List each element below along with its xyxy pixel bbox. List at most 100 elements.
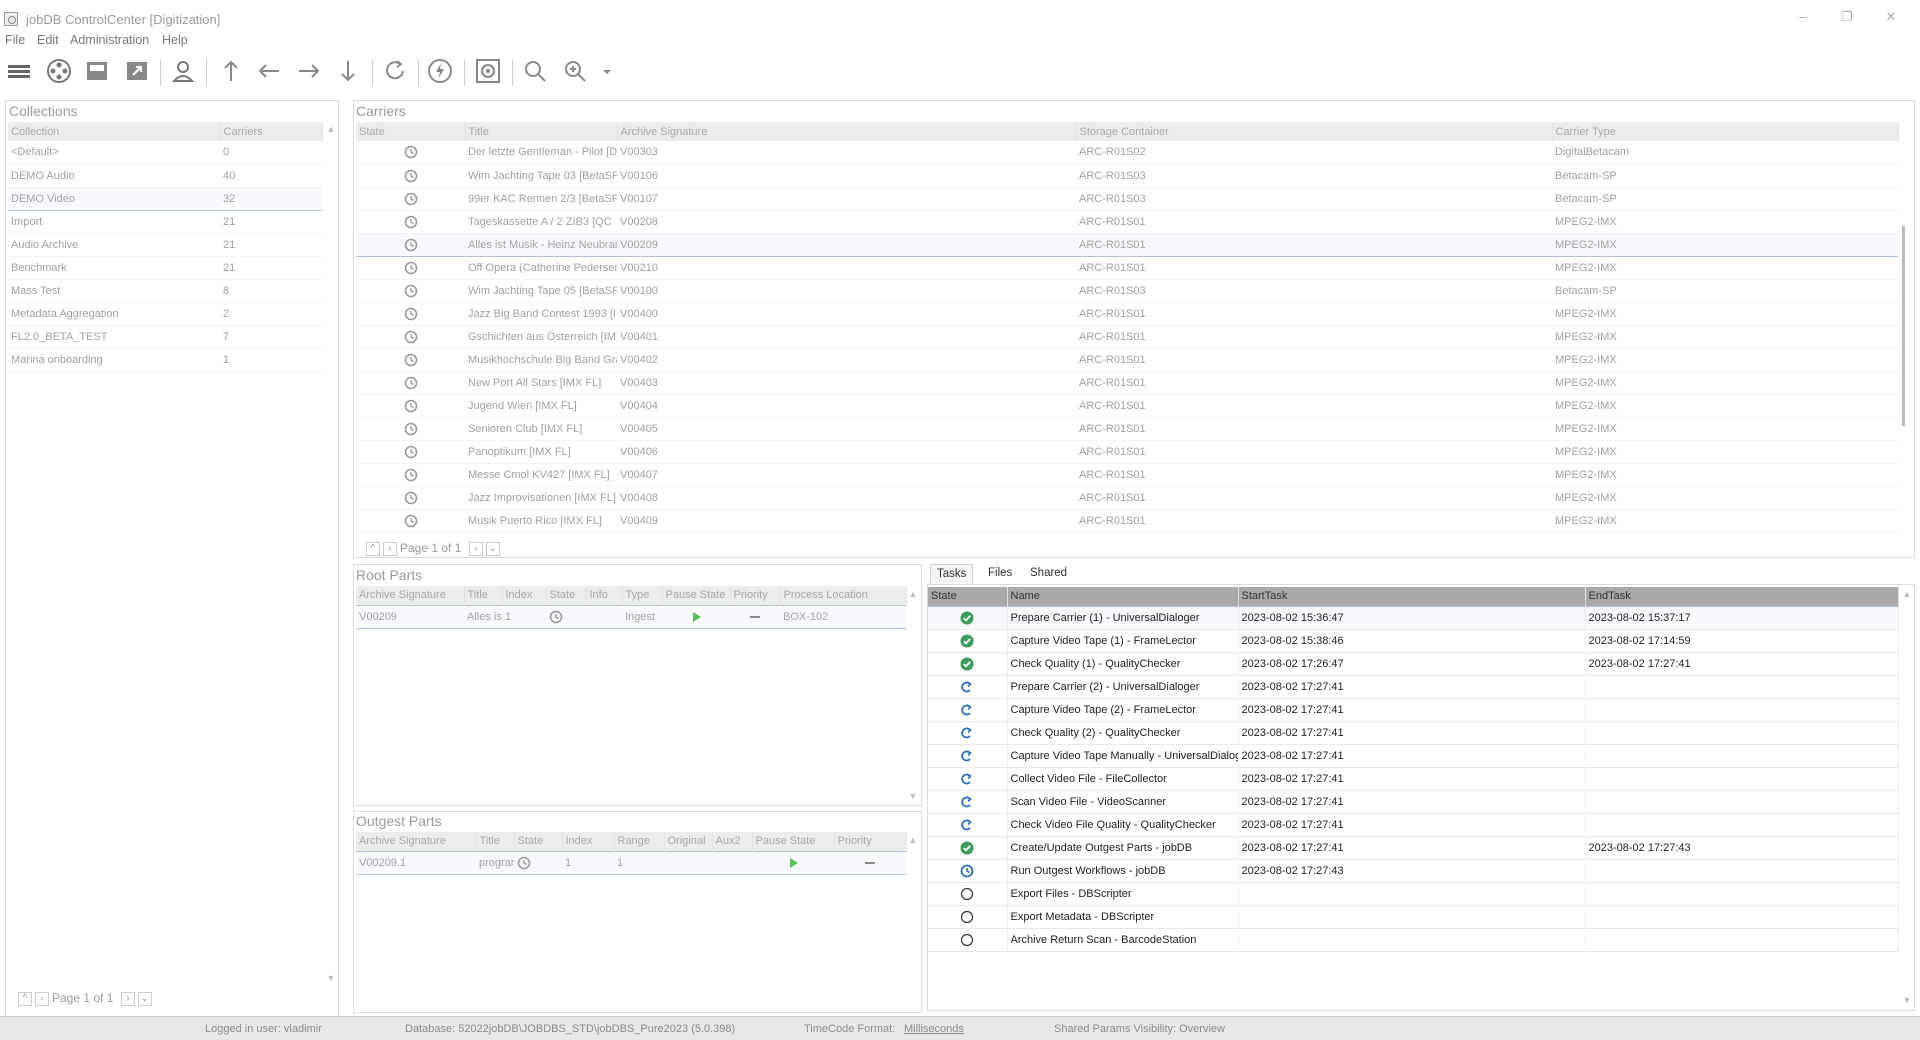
refresh-icon[interactable] [380, 56, 410, 86]
table-row[interactable]: Wim Jachting Tape 05 [BetaSP V00100 ARC-R0… [356, 279, 1898, 303]
task-row[interactable]: Check Quality (1) - QualityChecker 2023-0… [928, 652, 1899, 676]
arrow-right-icon[interactable] [294, 56, 324, 86]
column-header[interactable]: Type [622, 586, 663, 605]
reel-icon[interactable] [44, 56, 74, 86]
column-header[interactable]: Original [664, 832, 713, 851]
menu-file[interactable]: File [5, 33, 25, 47]
settings-box-icon[interactable] [473, 56, 503, 86]
arrow-left-icon[interactable] [254, 56, 284, 86]
table-row[interactable]: Metadata Aggregation 2 [8, 302, 322, 326]
column-header[interactable]: Range [614, 832, 665, 851]
scroll-up-icon[interactable]: ▲ [324, 124, 338, 134]
table-row[interactable]: Tageskassette A / 2 ZIB3 [QC V00208 ARC-R0… [356, 210, 1898, 234]
arrow-down-icon[interactable] [333, 56, 363, 86]
task-row[interactable]: Check Video File Quality - QualityChecke… [928, 813, 1899, 837]
task-row[interactable]: Capture Video Tape (2) - FrameLector 2023… [928, 698, 1899, 722]
last-page-icon[interactable]: ⌄ [137, 991, 152, 1006]
table-row[interactable]: Senioren Club [IMX FL] V00405 ARC-R01S01 MP… [356, 417, 1898, 441]
task-row[interactable]: Create/Update Outgest Parts - jobDB 2023-… [928, 836, 1899, 860]
task-row[interactable]: Export Metadata - DBScripter [928, 905, 1899, 929]
column-header-state[interactable]: State [356, 122, 466, 141]
next-page-icon[interactable]: › [120, 991, 135, 1006]
dropdown-icon[interactable] [592, 56, 611, 86]
table-row[interactable]: DEMO Video 32 [8, 186, 322, 211]
last-page-icon[interactable]: ⌄ [485, 541, 500, 556]
table-row[interactable]: Mass Test 8 [8, 279, 322, 303]
table-row[interactable]: V00209.1 prograr 1 1 [356, 850, 906, 875]
tab-tasks[interactable]: Tasks [930, 564, 974, 583]
column-header[interactable]: State [546, 586, 587, 605]
play-icon[interactable] [689, 610, 703, 622]
zoom-icon[interactable] [520, 56, 550, 86]
tab-files[interactable]: Files [982, 564, 1018, 583]
column-header[interactable]: Pause State [662, 586, 731, 605]
lightning-icon[interactable] [425, 56, 455, 86]
table-row[interactable]: <Default> 0 [8, 141, 322, 165]
table-row[interactable]: FL2.0_BETA_TEST 7 [8, 325, 322, 349]
archive-icon[interactable] [82, 56, 112, 86]
scroll-up-icon[interactable]: ▲ [906, 589, 920, 599]
column-header[interactable]: Title [476, 832, 515, 851]
table-row[interactable]: V00209 Alles is 1 Ingest BOX-102 [356, 604, 906, 629]
column-header[interactable]: Priority [834, 832, 907, 851]
table-row[interactable]: Marina onboarding 1 [8, 348, 322, 372]
prev-page-icon[interactable]: ‹ [383, 541, 397, 556]
table-row[interactable]: Alles ist Musik - Heinz Neubrand V00209 AR… [356, 232, 1898, 257]
prev-page-icon[interactable]: ‹ [35, 991, 49, 1006]
column-header[interactable]: Archive Signature [356, 832, 477, 851]
table-row[interactable]: DEMO Audio 40 [8, 164, 322, 188]
column-header[interactable]: State [514, 832, 563, 851]
carriers-scrollbar[interactable] [1902, 226, 1905, 426]
column-header-carrier-type[interactable]: Carrier Type [1552, 122, 1899, 141]
task-row[interactable]: Archive Return Scan - BarcodeStation [928, 928, 1899, 952]
table-row[interactable]: Jazz Improvisationen [IMX FL] V00408 ARC-R… [356, 486, 1898, 510]
task-row[interactable]: Run Outgest Workflows - jobDB 2023-08-02 … [928, 859, 1899, 883]
table-row[interactable]: Musik Puerto Rico [IMX FL] V00409 ARC-R01S… [356, 509, 1898, 533]
play-icon[interactable] [786, 856, 800, 868]
column-header-collection[interactable]: Collection [8, 122, 221, 141]
column-header-carriers[interactable]: Carriers [220, 122, 323, 141]
table-row[interactable]: Benchmark 21 [8, 256, 322, 280]
task-row[interactable]: Scan Video File - VideoScanner 2023-08-02… [928, 790, 1899, 814]
column-header-end-task[interactable]: EndTask [1585, 587, 1899, 606]
first-page-icon[interactable]: ^ [366, 541, 380, 556]
maximize-icon[interactable]: ❐ [1832, 6, 1862, 28]
table-row[interactable]: Messe Cmol KV427 [IMX FL] V00407 ARC-R01S0… [356, 463, 1898, 487]
task-row[interactable]: Check Quality (2) - QualityChecker 2023-0… [928, 721, 1899, 745]
table-row[interactable]: Off Opera (Catherine Pedersen V00210 ARC-R… [356, 256, 1898, 280]
column-header[interactable]: Process Location [780, 586, 907, 605]
scroll-down-icon[interactable]: ▼ [906, 791, 920, 801]
table-row[interactable]: Wim Jachting Tape 03 [BetaSP V00106 ARC-R0… [356, 164, 1898, 188]
table-row[interactable]: Der letzte Gentleman - Pilot [Di V00303 AR… [356, 141, 1898, 165]
task-row[interactable]: Prepare Carrier (2) - UniversalDialoger 2… [928, 675, 1899, 699]
column-header-start-task[interactable]: StartTask [1238, 587, 1586, 606]
table-row[interactable]: 99er KAC Rennen 2/3 [BetaSP V00107 ARC-R01… [356, 187, 1898, 211]
column-header[interactable]: Aux2 [712, 832, 753, 851]
column-header[interactable]: Info [586, 586, 623, 605]
table-row[interactable]: Import 21 [8, 210, 322, 234]
task-row[interactable]: Export Files - DBScripter [928, 882, 1899, 906]
column-header[interactable]: Index [562, 832, 615, 851]
next-page-icon[interactable]: › [468, 541, 483, 556]
export-icon[interactable] [122, 56, 152, 86]
column-header-archive-signature[interactable]: Archive Signature [617, 122, 1077, 141]
scroll-up-icon[interactable]: ▲ [1900, 589, 1914, 599]
close-icon[interactable]: ✕ [1876, 6, 1906, 28]
column-header-title[interactable]: Title [465, 122, 618, 141]
task-row[interactable]: Capture Video Tape (1) - FrameLector 2023… [928, 629, 1899, 653]
table-row[interactable]: New Port All Stars [IMX FL] V00403 ARC-R01… [356, 371, 1898, 395]
menu-administration[interactable]: Administration [70, 33, 149, 47]
task-row[interactable]: Capture Video Tape Manually - UniversalD… [928, 744, 1899, 768]
zoom-plus-icon[interactable] [560, 56, 590, 86]
timecode-format-link[interactable]: Milliseconds [904, 1023, 964, 1035]
column-header[interactable]: Pause State [752, 832, 835, 851]
column-header[interactable]: Title [464, 586, 503, 605]
scroll-down-icon[interactable]: ▼ [324, 973, 338, 983]
table-row[interactable]: Gschichten aus Österreich [IMX V00401 ARC-… [356, 325, 1898, 349]
menu-edit[interactable]: Edit [37, 33, 59, 47]
column-header[interactable]: Priority [730, 586, 781, 605]
menu-help[interactable]: Help [162, 33, 188, 47]
scroll-up-icon[interactable]: ▲ [906, 835, 920, 845]
task-row[interactable]: Collect Video File - FileCollector 2023-0… [928, 767, 1899, 791]
column-header[interactable]: Index [502, 586, 547, 605]
